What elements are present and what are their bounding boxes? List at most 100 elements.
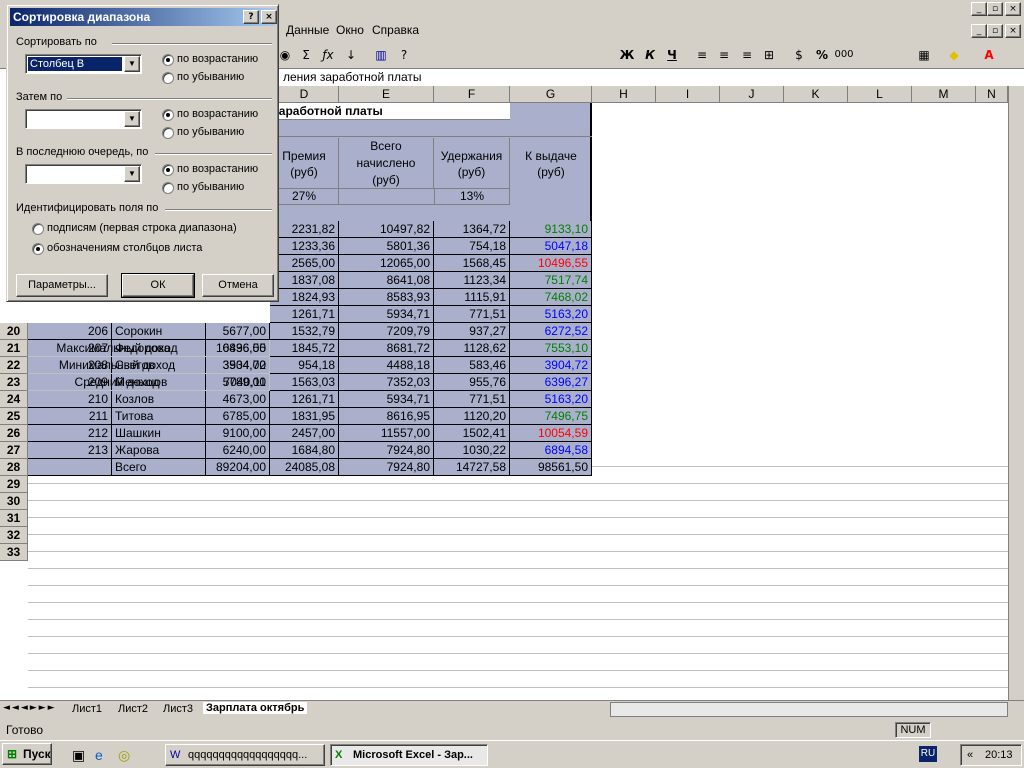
sort1-desc-radio[interactable]: [162, 72, 174, 84]
col-header-g[interactable]: G: [510, 86, 592, 103]
dialog-help-button[interactable]: ?: [243, 10, 259, 24]
horizontal-scrollbar[interactable]: [610, 702, 1008, 717]
cancel-button[interactable]: Отмена: [202, 274, 274, 297]
font-color-icon[interactable]: A: [979, 45, 999, 65]
cell-e: 5934,71: [339, 391, 434, 408]
bold-button[interactable]: Ж: [617, 45, 637, 65]
cell-b: Всего: [112, 459, 206, 476]
taskbar-word-doc[interactable]: Wqqqqqqqqqqqqqqqqqq...: [165, 744, 325, 766]
outlook-icon[interactable]: ◎: [118, 747, 130, 764]
ok-button[interactable]: ОК: [121, 273, 195, 298]
row-header[interactable]: 23: [0, 374, 28, 391]
chart-wizard-icon[interactable]: ▥: [371, 45, 391, 65]
tray: « 20:13: [960, 744, 1022, 766]
row-header[interactable]: 26: [0, 425, 28, 442]
italic-button[interactable]: К: [640, 45, 660, 65]
align-left-icon[interactable]: ≡: [692, 45, 712, 65]
sort2-desc-radio[interactable]: [162, 127, 174, 139]
tab-scroll-arrows-icon[interactable]: ◄◄◄►►►: [3, 703, 57, 713]
tab-sheet1[interactable]: Лист1: [72, 703, 102, 715]
sort2-asc-radio[interactable]: [162, 109, 174, 121]
status-ready: Готово: [6, 723, 44, 737]
col-header-e[interactable]: E: [339, 86, 434, 103]
row-header[interactable]: 31: [0, 510, 28, 527]
doc-minimize-button[interactable]: _: [971, 24, 987, 38]
header-bonus: Премия (руб): [270, 138, 339, 188]
chevron-down-icon[interactable]: ▼: [124, 56, 140, 72]
tab-sheet3[interactable]: Лист3: [163, 703, 193, 715]
underline-button[interactable]: Ч: [662, 45, 682, 65]
row-header[interactable]: 20: [0, 323, 28, 340]
function-icon[interactable]: ƒx: [318, 45, 338, 65]
autosum-icon[interactable]: Σ: [296, 45, 316, 65]
tab-salary-october[interactable]: Зарплата октябрь: [203, 702, 308, 714]
chevron-down-icon[interactable]: ▼: [124, 111, 140, 127]
col-header-j[interactable]: J: [720, 86, 784, 103]
sort1-asc-radio[interactable]: [162, 54, 174, 66]
sort3-desc-radio[interactable]: [162, 182, 174, 194]
col-header-k[interactable]: K: [784, 86, 848, 103]
tray-arrows-icon[interactable]: «: [967, 745, 973, 765]
align-center-icon[interactable]: ≡: [714, 45, 734, 65]
menu-window[interactable]: Окно: [336, 23, 364, 37]
currency-icon[interactable]: $: [789, 45, 809, 65]
col-header-d[interactable]: D: [270, 86, 339, 103]
taskbar-excel[interactable]: X Microsoft Excel - Зар...: [330, 744, 488, 766]
last-by-select[interactable]: ▼: [25, 164, 142, 184]
then-by-select[interactable]: ▼: [25, 109, 142, 129]
row-header[interactable]: 25: [0, 408, 28, 425]
row-header[interactable]: 29: [0, 476, 28, 493]
dialog-close-button[interactable]: ×: [261, 10, 277, 24]
row-header[interactable]: 22: [0, 357, 28, 374]
lang-indicator[interactable]: RU: [919, 746, 937, 762]
row-header[interactable]: 33: [0, 544, 28, 561]
merge-center-icon[interactable]: ⊞: [759, 45, 779, 65]
row-header[interactable]: 32: [0, 527, 28, 544]
row-header[interactable]: 27: [0, 442, 28, 459]
tab-sheet2[interactable]: Лист2: [118, 703, 148, 715]
cell-g: 6272,52: [510, 323, 592, 340]
doc-close-button[interactable]: ×: [1005, 24, 1021, 38]
sort3-asc-radio[interactable]: [162, 164, 174, 176]
col-header-m[interactable]: M: [912, 86, 976, 103]
thousands-button[interactable]: 000: [834, 45, 854, 65]
cell-payout: 5163,20: [510, 306, 592, 323]
cell-f: 771,51: [434, 391, 510, 408]
row-header[interactable]: 24: [0, 391, 28, 408]
app-restore-button[interactable]: ▫: [987, 2, 1003, 16]
col-header-i[interactable]: I: [656, 86, 720, 103]
row-header[interactable]: 21: [0, 340, 28, 357]
row-header[interactable]: 30: [0, 493, 28, 510]
status-bar: Готово NUM: [0, 720, 1024, 740]
col-header-h[interactable]: H: [592, 86, 656, 103]
ie-icon[interactable]: e: [95, 747, 103, 763]
percent-button[interactable]: %: [812, 45, 832, 65]
dialog-title: Сортировка диапазона: [13, 10, 151, 24]
row-header[interactable]: 28: [0, 459, 28, 476]
identify-letters-radio[interactable]: [32, 243, 44, 255]
cell-deduction: 1123,34: [434, 272, 510, 289]
align-right-icon[interactable]: ≡: [737, 45, 757, 65]
cell-f: 937,27: [434, 323, 510, 340]
desktop-icon[interactable]: ▣: [72, 747, 85, 764]
vertical-scrollbar[interactable]: [1008, 86, 1024, 700]
fill-color-icon[interactable]: ◆: [944, 45, 964, 65]
identify-labels-radio[interactable]: [32, 223, 44, 235]
start-button[interactable]: ⊞ Пуск: [2, 743, 52, 765]
sort-by-select[interactable]: Столбец B ▼: [25, 54, 142, 74]
menu-data[interactable]: Данные: [286, 23, 329, 37]
col-header-n[interactable]: N: [976, 86, 1008, 103]
chevron-down-icon[interactable]: ▼: [124, 166, 140, 182]
borders-icon[interactable]: ▦: [914, 45, 934, 65]
col-header-l[interactable]: L: [848, 86, 912, 103]
app-close-button[interactable]: ×: [1005, 2, 1021, 16]
cell-b: Сорокин: [112, 323, 206, 340]
menu-help[interactable]: Справка: [372, 23, 419, 37]
app-minimize-button[interactable]: _: [971, 2, 987, 16]
doc-restore-button[interactable]: ▫: [987, 24, 1003, 38]
col-header-f[interactable]: F: [434, 86, 510, 103]
parameters-button[interactable]: Параметры...: [16, 274, 108, 297]
help-icon[interactable]: ?: [394, 45, 414, 65]
cell-g: 7553,10: [510, 340, 592, 357]
sort-ascending-icon[interactable]: ↓: [341, 45, 361, 65]
